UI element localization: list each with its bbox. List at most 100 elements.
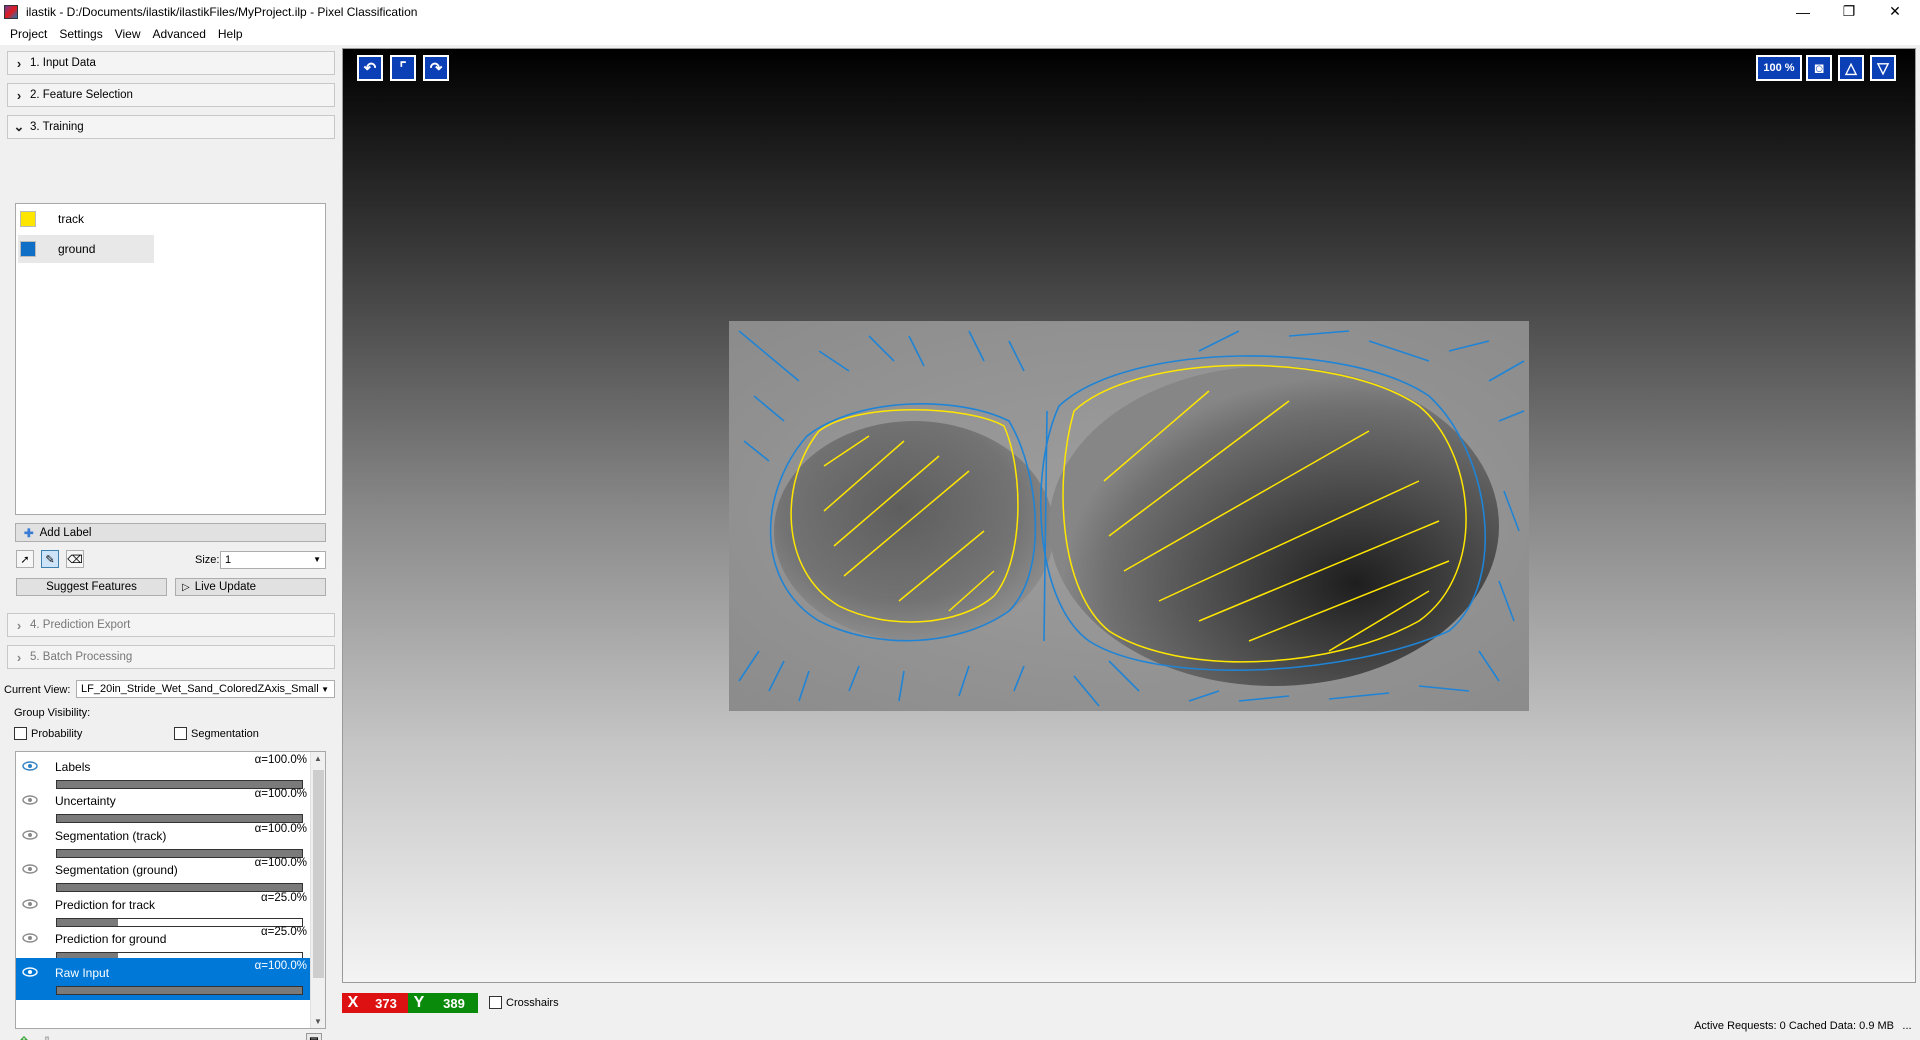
brush-tool-button[interactable]: ✎ xyxy=(41,550,59,568)
play-icon: ▷ xyxy=(182,581,190,593)
layer-move-down-button[interactable]: ⇩ xyxy=(38,1033,56,1040)
menu-view[interactable]: View xyxy=(109,27,147,41)
rotate-right-button[interactable]: ↷ xyxy=(423,55,449,81)
rotate-left-icon: ↶ xyxy=(363,60,377,77)
eraser-tool-button[interactable]: ⌫ xyxy=(66,550,84,568)
eye-icon[interactable] xyxy=(22,795,38,806)
label-item-ground[interactable]: ground xyxy=(18,235,154,263)
title-bar: ilastik - D:/Documents/ilastik/ilastikFi… xyxy=(0,0,1920,23)
crosshairs-label: Crosshairs xyxy=(506,996,559,1009)
close-button[interactable]: ✕ xyxy=(1872,0,1918,23)
window-title: ilastik - D:/Documents/ilastik/ilastikFi… xyxy=(26,4,418,19)
layer-opacity-slider[interactable] xyxy=(56,986,303,996)
layer-opacity: α=100.0% xyxy=(254,960,307,973)
layer-move-up-button[interactable]: ⇧ xyxy=(15,1033,33,1040)
dropdown-arrow-icon: ▼ xyxy=(313,555,321,564)
pointer-arrow-icon: ➚ xyxy=(20,553,30,566)
live-update-button[interactable]: ▷ Live Update xyxy=(175,578,326,596)
label-name[interactable]: track xyxy=(58,212,84,226)
segmentation-label: Segmentation xyxy=(191,727,259,740)
applet-input-data[interactable]: › 1. Input Data xyxy=(7,51,335,75)
slice-down-button[interactable]: ▽ xyxy=(1870,55,1896,81)
add-label-button[interactable]: ✚ Add Label xyxy=(15,523,326,542)
raw-input-image[interactable] xyxy=(729,321,1529,711)
current-view-label: Current View: xyxy=(4,684,71,696)
undo-rotate-button[interactable]: ↶ xyxy=(357,55,383,81)
rotate-right-icon: ↷ xyxy=(429,60,443,77)
layer-row[interactable]: Raw Input α=100.0% xyxy=(16,958,311,1001)
layer-opacity: α=100.0% xyxy=(254,857,307,870)
label-color-swatch[interactable] xyxy=(20,241,36,257)
eye-icon[interactable] xyxy=(22,898,38,909)
navigation-tool-button[interactable]: ➚ xyxy=(16,550,34,568)
label-item-track[interactable]: track xyxy=(18,205,154,233)
corner-icon: ⌜ xyxy=(399,60,407,77)
image-viewer[interactable]: ↶ ⌜ ↷ 100 % ◙ △ ▽ xyxy=(342,48,1916,983)
label-color-swatch[interactable] xyxy=(20,211,36,227)
camera-icon: ◙ xyxy=(1814,59,1824,77)
menu-advanced[interactable]: Advanced xyxy=(147,27,212,41)
layer-name: Uncertainty xyxy=(55,794,116,809)
probability-visibility-checkbox[interactable]: Probability xyxy=(14,727,82,740)
eye-icon[interactable] xyxy=(22,761,38,771)
applet-input-data-label: 1. Input Data xyxy=(30,57,96,69)
reset-view-button[interactable]: ⌜ xyxy=(390,55,416,81)
probability-label: Probability xyxy=(31,727,83,740)
brush-size-value: 1 xyxy=(225,554,232,566)
menu-project[interactable]: Project xyxy=(4,27,53,41)
eye-icon[interactable] xyxy=(22,864,38,874)
layer-name: Raw Input xyxy=(55,966,110,981)
menu-settings[interactable]: Settings xyxy=(53,27,108,41)
layer-options-button[interactable]: ▤ xyxy=(306,1033,322,1040)
eraser-icon: ⌫ xyxy=(67,553,83,566)
brush-size-select[interactable]: 1 ▼ xyxy=(220,551,326,569)
y-value: 389 xyxy=(443,995,465,1011)
layer-opacity: α=100.0% xyxy=(254,754,307,766)
eye-icon[interactable] xyxy=(22,933,38,943)
status-text: Active Requests: 0 Cached Data: 0.9 MB xyxy=(1694,1020,1894,1032)
applet-drawer: › 1. Input Data › 2. Feature Selection ⌄… xyxy=(0,48,338,1040)
segmentation-visibility-checkbox[interactable]: Segmentation xyxy=(174,727,259,740)
triangle-up-icon: △ xyxy=(1845,60,1857,77)
zoom-level-button[interactable]: 100 % xyxy=(1756,55,1802,81)
screenshot-button[interactable]: ◙ xyxy=(1806,55,1832,81)
eye-icon[interactable] xyxy=(22,967,38,978)
suggest-features-button[interactable]: Suggest Features xyxy=(16,578,167,596)
slice-up-button[interactable]: △ xyxy=(1838,55,1864,81)
eye-icon[interactable] xyxy=(22,830,38,840)
applet-feature-selection[interactable]: › 2. Feature Selection xyxy=(7,83,335,107)
scroll-up-icon[interactable]: ▲ xyxy=(314,754,322,763)
y-coordinate-display: Y 389 xyxy=(408,993,478,1013)
layer-list-scrollbar[interactable]: ▲ ▼ xyxy=(310,752,325,1028)
chevron-down-icon: ⌄ xyxy=(13,119,25,134)
layer-name: Prediction for ground xyxy=(55,932,167,946)
chevron-right-icon: › xyxy=(16,55,22,71)
x-axis-letter: X xyxy=(347,994,359,1011)
arrow-up-icon: ⇧ xyxy=(18,1034,30,1040)
status-more-button[interactable]: ... xyxy=(1898,1020,1916,1034)
current-view-value: LF_20in_Stride_Wet_Sand_ColoredZAxis_Sma… xyxy=(81,683,319,695)
label-name[interactable]: ground xyxy=(58,242,95,256)
x-coordinate-display: X 373 xyxy=(342,993,408,1013)
checkbox-box[interactable] xyxy=(14,727,27,740)
scroll-down-icon[interactable]: ▼ xyxy=(314,1017,322,1026)
applet-batch-processing[interactable]: › 5. Batch Processing xyxy=(7,645,335,669)
current-view-select[interactable]: LF_20in_Stride_Wet_Sand_ColoredZAxis_Sma… xyxy=(76,680,335,698)
triangle-down-icon: ▽ xyxy=(1877,60,1889,77)
checkbox-box[interactable] xyxy=(489,996,502,1009)
ilastik-app-icon xyxy=(4,4,18,19)
chevron-right-icon: › xyxy=(16,87,22,103)
minimize-button[interactable]: — xyxy=(1780,0,1826,23)
applet-batch-processing-label: 5. Batch Processing xyxy=(30,651,133,663)
chevron-right-icon: › xyxy=(16,617,22,633)
plus-icon: ✚ xyxy=(24,527,34,540)
checkbox-box[interactable] xyxy=(174,727,187,740)
scrollbar-thumb[interactable] xyxy=(313,770,324,978)
layers-icon: ▤ xyxy=(309,1036,318,1040)
restore-button[interactable]: ❐ xyxy=(1826,0,1872,23)
menu-help[interactable]: Help xyxy=(212,27,249,41)
crosshairs-checkbox[interactable]: Crosshairs xyxy=(489,996,559,1009)
layer-name: Segmentation (ground) xyxy=(55,863,178,878)
applet-training[interactable]: ⌄ 3. Training xyxy=(7,115,335,139)
applet-prediction-export[interactable]: › 4. Prediction Export xyxy=(7,613,335,637)
